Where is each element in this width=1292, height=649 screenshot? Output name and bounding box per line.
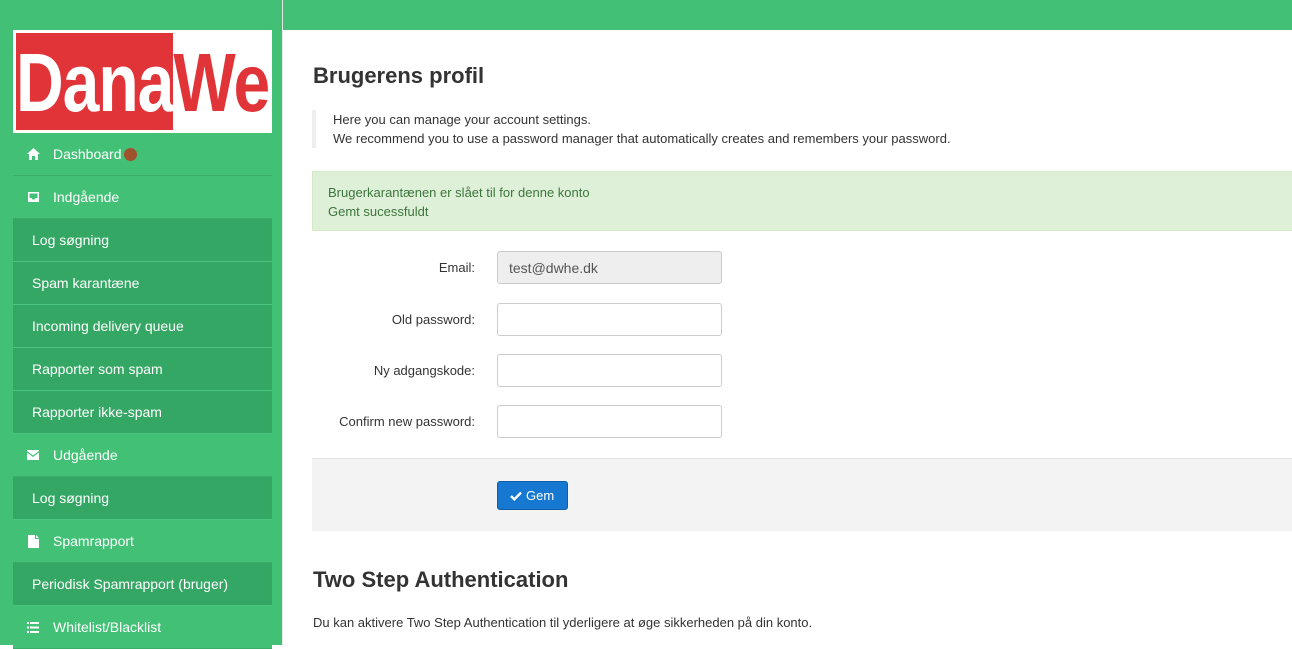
sidebar-item-label: Indgående [53,189,120,205]
old-password-field[interactable] [497,303,722,336]
sidebar-item-indgaende[interactable]: Indgående [13,176,272,219]
status-dot [123,147,137,161]
sidebar-item-label: Incoming delivery queue [32,318,184,334]
sidebar-item-label: Whitelist/Blacklist [53,619,162,635]
sidebar-item-whitelist-blacklist[interactable]: Whitelist/Blacklist [13,606,272,649]
two-step-description: Du kan aktivere Two Step Authentication … [313,615,813,630]
sidebar-item-spamrapport[interactable]: Spamrapport [13,520,272,563]
sidebar-menu: Dashboard Indgående Log søgning Spam kar… [13,133,272,649]
confirm-password-field[interactable] [497,405,722,438]
sidebar-item-periodisk-spamrapport[interactable]: Periodisk Spamrapport (bruger) [13,563,272,606]
sidebar-item-udgaende[interactable]: Udgående [13,434,272,477]
sidebar-item-log-sogning-out[interactable]: Log søgning [13,477,272,520]
old-password-row: Old password: [283,303,983,337]
intro-blockquote: Here you can manage your account setting… [312,110,951,148]
sidebar-item-log-sogning[interactable]: Log søgning [13,219,272,262]
two-step-title: Two Step Authentication [313,567,569,592]
intro-line-2: We recommend you to use a password manag… [333,131,951,146]
sidebar-item-label: Spam karantæne [32,275,140,291]
sidebar-item-incoming-delivery-queue[interactable]: Incoming delivery queue [13,305,272,348]
alert-line-1: Brugerkarantænen er slået til for denne … [328,185,590,200]
sidebar-item-dashboard[interactable]: Dashboard [13,133,272,176]
danaweb-logo: Dana Web [16,33,269,130]
form-actions: Gem [312,458,1292,531]
logo-dana: Dana [16,33,174,130]
new-password-field[interactable] [497,354,722,387]
alert-line-2: Gemt sucessfuldt [328,204,429,219]
save-button[interactable]: Gem [497,481,569,510]
logo-frame[interactable]: Dana Web [13,30,272,133]
email-row: Email: [283,251,983,285]
sidebar-item-label: Rapporter ikke-spam [32,404,162,420]
old-password-label: Old password: [391,312,475,327]
sidebar-item-spam-karantaene[interactable]: Spam karantæne [13,262,272,305]
inbox-icon [26,190,40,204]
sidebar-item-label: Rapporter som spam [32,361,163,377]
home-icon [26,147,40,161]
success-alert: Brugerkarantænen er slået til for denne … [312,171,1292,231]
page-title: Brugerens profil [313,63,485,88]
file-icon [26,534,40,548]
confirm-password-row: Confirm new password: [283,405,983,439]
main-content: Brugerens profil Here you can manage you… [283,30,1292,645]
list-icon [26,620,40,634]
envelope-icon [26,448,40,462]
sidebar-item-rapporter-som-spam[interactable]: Rapporter som spam [13,348,272,391]
sidebar-item-label: Log søgning [32,490,110,506]
save-button-label: Gem [526,488,555,503]
email-label: Email: [438,260,475,275]
sidebar-item-label: Spamrapport [53,533,134,549]
sidebar-item-label: Log søgning [32,232,110,248]
confirm-password-label: Confirm new password: [339,414,475,429]
sidebar-item-label: Periodisk Spamrapport (bruger) [32,576,229,592]
intro-line-1: Here you can manage your account setting… [333,112,591,127]
check-icon [510,491,522,501]
new-password-row: Ny adgangskode: [283,354,983,388]
logo-web: Web [173,33,269,130]
email-field[interactable] [497,251,722,284]
sidebar: Dana Web Dashboard Indgående Log søgning… [0,0,283,649]
sidebar-item-label: Udgående [53,447,118,463]
sidebar-item-label: Dashboard [53,146,122,162]
new-password-label: Ny adgangskode: [373,363,475,378]
sidebar-item-rapporter-ikke-spam[interactable]: Rapporter ikke-spam [13,391,272,434]
